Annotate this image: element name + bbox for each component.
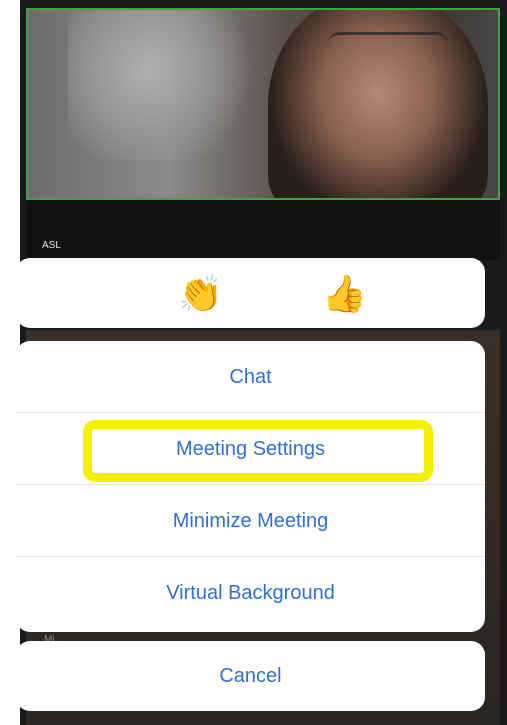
more-options-menu: Chat Meeting Settings Minimize Meeting V… (16, 341, 485, 632)
participant-name-label: ASL (42, 240, 61, 251)
reactions-panel: 👏 👍 (16, 258, 485, 328)
active-video-tile (26, 8, 500, 200)
menu-item-meeting-settings[interactable]: Meeting Settings (16, 413, 485, 485)
participant-glasses (328, 32, 448, 65)
menu-item-virtual-background[interactable]: Virtual Background (16, 557, 485, 629)
clap-reaction-icon[interactable]: 👏 (178, 272, 223, 316)
menu-item-minimize-meeting[interactable]: Minimize Meeting (16, 485, 485, 557)
cancel-button[interactable]: Cancel (16, 641, 485, 711)
video-strip (26, 200, 500, 260)
menu-item-chat[interactable]: Chat (16, 341, 485, 413)
video-background-pattern (68, 10, 268, 160)
thumbs-up-reaction-icon[interactable]: 👍 (322, 272, 367, 316)
